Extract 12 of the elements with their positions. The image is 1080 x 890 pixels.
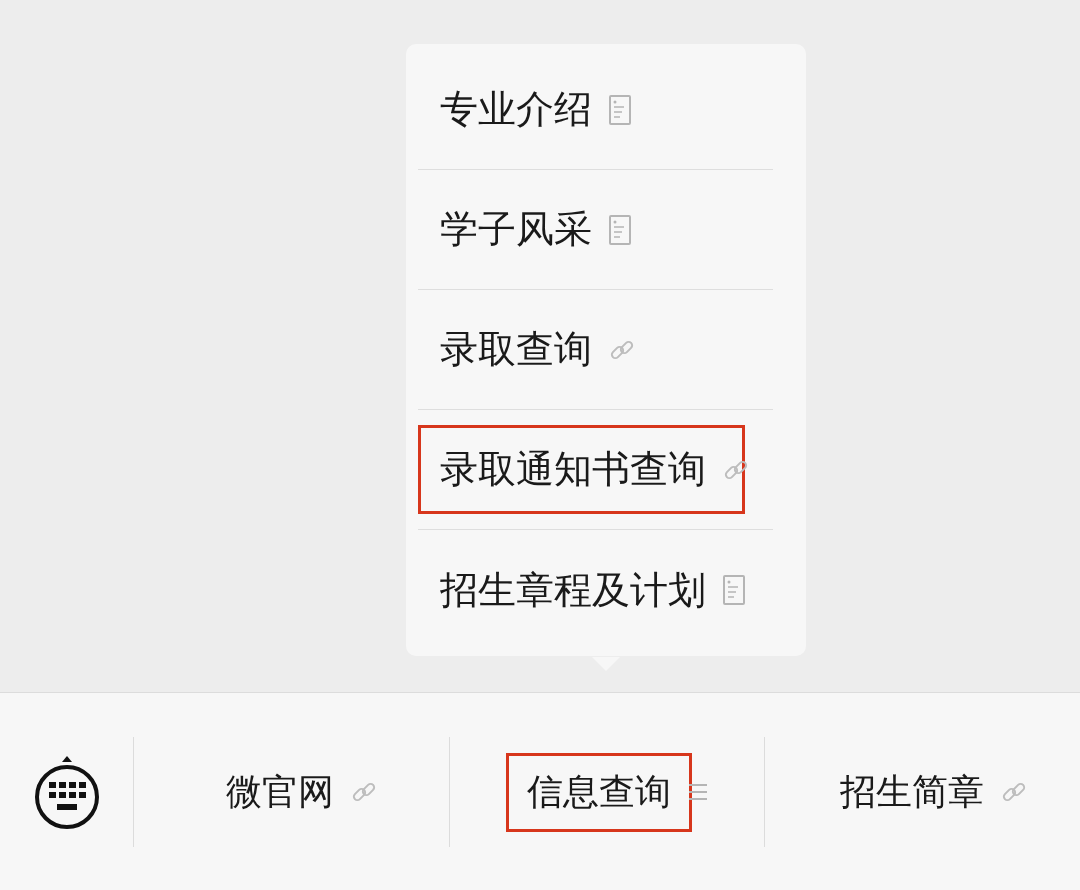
submenu-item[interactable]: 学子风采 (418, 170, 773, 290)
document-icon (609, 94, 631, 125)
keyboard-icon[interactable] (32, 754, 101, 830)
menu-tab[interactable]: 微官网 (133, 737, 449, 847)
menu-tab[interactable]: 招生简章 (764, 737, 1080, 847)
submenu-item[interactable]: 招生章程及计划 (418, 530, 773, 650)
menu-icon (688, 783, 708, 801)
document-icon (723, 575, 745, 605)
menu-tab[interactable]: 信息查询 (448, 737, 765, 847)
submenu-item[interactable]: 录取查询 (418, 290, 773, 410)
submenu-item[interactable]: 专业介绍 (418, 50, 773, 170)
document-icon (609, 214, 631, 245)
